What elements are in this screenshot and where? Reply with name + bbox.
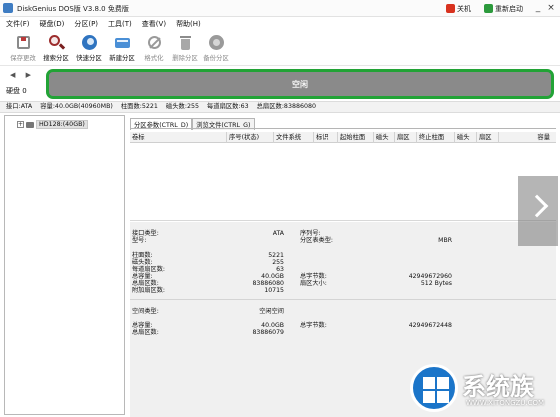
col-start-sector[interactable]: 扇区 [394, 132, 410, 143]
col-flag[interactable]: 标识 [313, 132, 329, 143]
save-changes-button[interactable]: 保存更改 [6, 33, 40, 65]
prop-ptable-value: MBR [438, 237, 452, 244]
toolbar: 保存更改 搜索分区 快速分区 新建分区 格式化 删除分区 备份分区 [0, 31, 560, 66]
site-watermark: 系统族 WWW.XITONGZU.COM [408, 362, 558, 416]
restart-button[interactable]: 重新启动 [484, 3, 523, 14]
format-icon [146, 34, 163, 51]
disk-interface: 接口:ATA [6, 103, 33, 110]
format-label: 格式化 [144, 54, 164, 62]
disk-total-sectors: 总扇区数:83886080 [256, 103, 316, 110]
menu-help[interactable]: 帮助(H) [176, 18, 201, 30]
col-end-cylinder[interactable]: 终止柱面 [416, 132, 444, 143]
prop-model-label: 型号: [132, 237, 147, 244]
col-end-sector[interactable]: 扇区 [476, 132, 492, 143]
backup-partition-button[interactable]: 备份分区 [199, 33, 233, 65]
col-index-status[interactable]: 序号(状态) [226, 132, 259, 143]
close-button[interactable]: × [545, 2, 557, 14]
prop-space-type-value: 空闲空间 [259, 308, 284, 315]
disk-nav-arrows[interactable]: ◀ ▶ [10, 71, 35, 79]
new-partition-button[interactable]: 新建分区 [105, 33, 139, 65]
backup-icon [208, 34, 225, 51]
disk-cylinders: 柱面数:5221 [120, 103, 158, 110]
tree-item-hd0[interactable]: + HD128:(40GB) [17, 120, 88, 129]
col-capacity-label: 容量 [537, 134, 550, 141]
prop-row-free-sectors: 总扇区数: 83886079 [130, 329, 556, 337]
shutdown-label: 关机 [457, 4, 471, 13]
free-space-label: 空闲 [292, 80, 308, 89]
menu-disk[interactable]: 硬盘(D) [40, 18, 65, 30]
windows-logo-icon [410, 364, 458, 412]
title-bar: DiskGenius DOS版 V3.8.0 免费版 关机 重新启动 _ × [0, 0, 560, 17]
disk-partition-visual[interactable]: 空闲 [46, 69, 554, 99]
watermark-url: WWW.XITONGZU.COM [466, 399, 545, 407]
disk-sectors-per-track: 每道扇区数:63 [206, 103, 249, 110]
col-file-system[interactable]: 文件系统 [273, 132, 301, 143]
tree-item-label: HD128:(40GB) [36, 120, 88, 129]
partition-table-header: 卷标 序号(状态) 文件系统 标识 起始柱面 磁头 扇区 终止柱面 磁头 扇区 … [130, 132, 556, 143]
window-title: DiskGenius DOS版 V3.8.0 免费版 [17, 5, 129, 13]
prop-row-model: 型号: 分区表类型: MBR [130, 237, 556, 245]
menu-file[interactable]: 文件(F) [6, 18, 30, 30]
chevron-right-icon [525, 194, 549, 218]
app-icon [3, 3, 13, 13]
col-start-cylinder[interactable]: 起始柱面 [337, 132, 365, 143]
search-partition-label: 搜索分区 [43, 54, 69, 62]
hard-disk-icon [26, 121, 34, 128]
menu-bar: 文件(F) 硬盘(D) 分区(P) 工具(T) 查看(V) 帮助(H) [0, 18, 560, 30]
restart-label: 重新启动 [495, 4, 523, 13]
backup-partition-label: 备份分区 [203, 54, 229, 62]
prop-space-type-label: 空间类型: [132, 308, 159, 315]
minimize-button[interactable]: _ [532, 2, 544, 14]
disk-capacity: 容量:40.0GB(40960MB) [40, 103, 113, 110]
format-button[interactable]: 格式化 [137, 33, 171, 65]
menu-view[interactable]: 查看(V) [142, 18, 166, 30]
col-volume-label[interactable]: 卷标 [130, 132, 145, 143]
trash-icon [177, 34, 194, 51]
quick-partition-label: 快速分区 [76, 54, 102, 62]
delete-partition-button[interactable]: 删除分区 [168, 33, 202, 65]
delete-partition-label: 删除分区 [172, 54, 198, 62]
menu-partition[interactable]: 分区(P) [74, 18, 98, 30]
col-end-head[interactable]: 磁头 [454, 132, 470, 143]
prop-row-extra: 附加扇区数: 10715 [130, 287, 556, 295]
expand-icon[interactable]: + [17, 121, 24, 128]
prop-extra-value: 10715 [264, 287, 284, 294]
disk-info-line: 接口:ATA 容量:40.0GB(40960MB) 柱面数:5221 磁头数:2… [0, 101, 560, 113]
props-divider [130, 299, 556, 300]
col-start-head[interactable]: 磁头 [373, 132, 389, 143]
new-partition-label: 新建分区 [109, 54, 135, 62]
save-changes-label: 保存更改 [10, 54, 36, 62]
disk-tree-panel: + HD128:(40GB) [4, 115, 125, 415]
next-image-button[interactable] [518, 176, 558, 246]
restart-icon [484, 4, 493, 13]
prop-row-space-type: 空间类型: 空闲空间 [130, 308, 556, 316]
power-icon [446, 4, 455, 13]
disk-label: 硬盘 0 [6, 87, 27, 95]
prop-ptable-label: 分区表类型: [300, 237, 334, 244]
prop-extra-label: 附加扇区数: [132, 287, 166, 294]
quick-partition-button[interactable]: 快速分区 [72, 33, 106, 65]
new-partition-icon [114, 34, 131, 51]
prop-free-sectors-label: 总扇区数: [132, 329, 159, 336]
save-disk-icon [15, 34, 32, 51]
partition-table-body[interactable] [130, 144, 556, 233]
prop-free-sectors-value: 83886079 [252, 329, 285, 336]
tab-divider [130, 128, 556, 129]
shutdown-button[interactable]: 关机 [446, 3, 471, 14]
quick-partition-icon [81, 34, 98, 51]
watermark-text: 系统族 [462, 373, 534, 401]
magnifier-icon [48, 34, 65, 51]
disk-heads: 磁头数:255 [165, 103, 199, 110]
col-capacity[interactable]: 容量 [498, 132, 556, 143]
search-partition-button[interactable]: 搜索分区 [39, 33, 73, 65]
disk-bar: ◀ ▶ 硬盘 0 空闲 [0, 67, 560, 100]
menu-tools[interactable]: 工具(T) [108, 18, 132, 30]
